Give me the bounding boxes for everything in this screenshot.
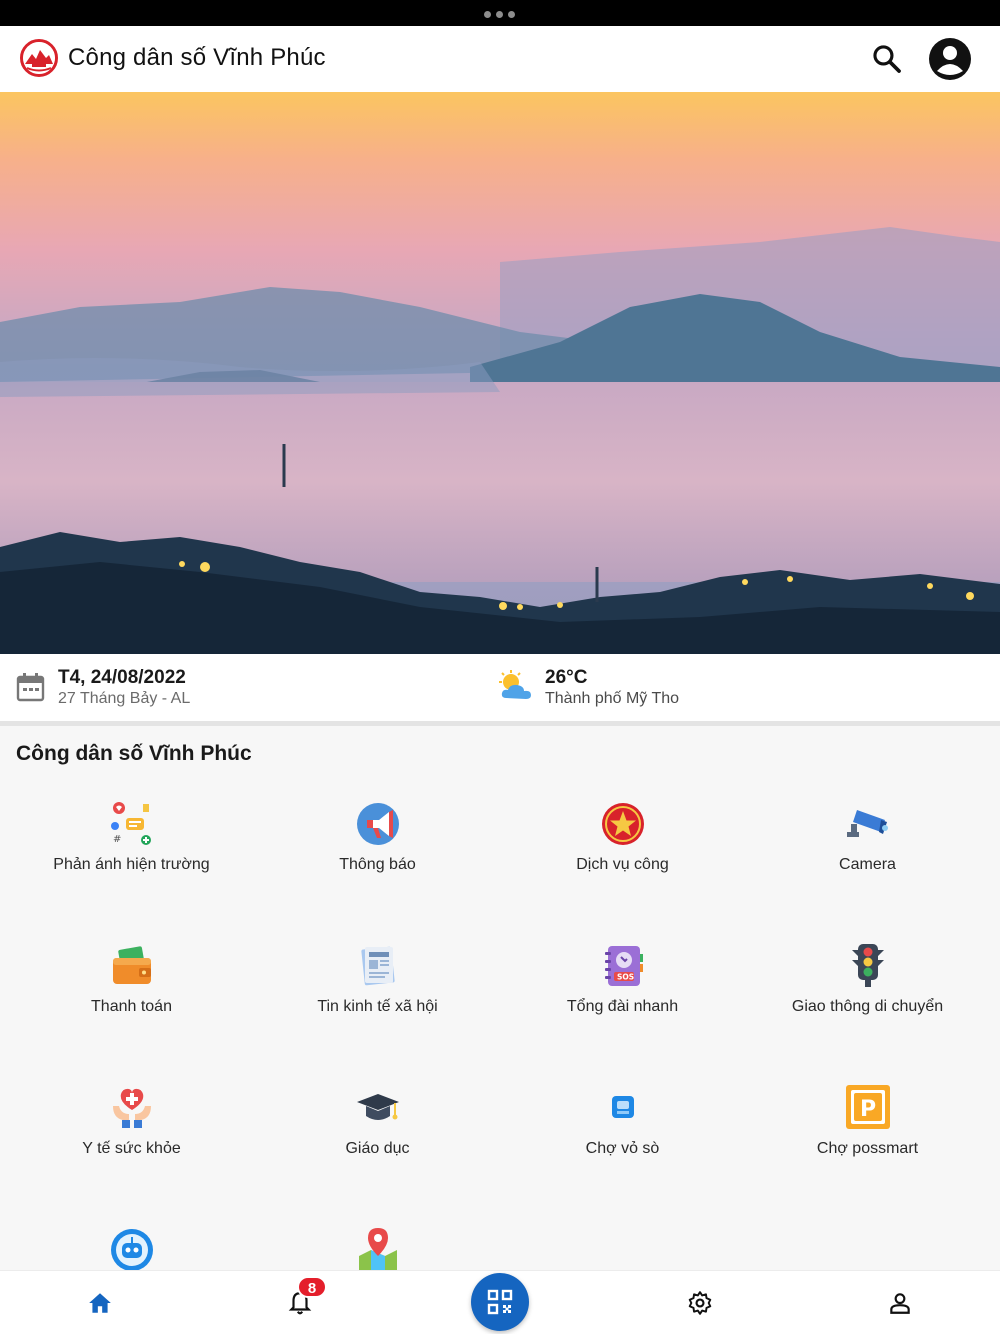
service-label: Thanh toán [91,998,172,1015]
notification-badge: 8 [297,1276,327,1298]
service-thanh-toan[interactable]: Thanh toán [9,932,254,1072]
service-label: Phản ánh hiện trường [53,856,210,873]
divider [0,721,1000,726]
wallet-icon [109,942,155,988]
emblem-icon [600,800,646,846]
service-thong-bao[interactable]: Thông báo [255,790,500,930]
service-label: Y tế sức khỏe [82,1140,181,1157]
qr-code-icon[interactable] [471,1273,529,1331]
svg-text:P: P [860,1097,876,1122]
service-giao-duc[interactable]: Giáo dục [255,1074,500,1214]
lunar-date-label: 27 Tháng Bảy - AL [58,690,191,707]
traffic-light-icon [845,942,891,988]
service-chatbot[interactable] [9,1216,254,1270]
service-camera[interactable]: Camera [745,790,990,930]
landscape-banner[interactable] [0,92,1000,654]
multitask-dots[interactable] [484,11,515,18]
service-possmart[interactable]: P Chợ possmart [745,1074,990,1214]
service-cho-vo-so[interactable]: Chợ vỏ sò [500,1074,745,1214]
date-weather-row: T4, 24/08/2022 27 Tháng Bảy - AL 26°C Th… [0,654,1000,721]
health-icon [109,1084,155,1130]
map-pin-icon [355,1226,401,1270]
logo [20,39,58,77]
market-app-icon [600,1084,646,1130]
service-label: Giao thông di chuyển [791,998,944,1015]
service-tin-kinh-te[interactable]: Tin kinh tế xã hội [255,932,500,1072]
sos-phonebook-icon: SOS [600,942,646,988]
service-phan-anh[interactable]: # Phản ánh hiện trường [9,790,254,930]
possmart-icon: P [845,1084,891,1130]
app-title: Công dân số Vĩnh Phúc [68,44,326,71]
temperature-label: 26°C [545,667,588,688]
service-label: Chợ possmart [816,1140,919,1157]
section-title: Công dân số Vĩnh Phúc [16,742,252,765]
service-label: Dịch vụ công [576,856,669,873]
service-map[interactable] [255,1216,500,1270]
app-bar: Công dân số Vĩnh Phúc [0,26,1000,92]
service-dich-vu-cong[interactable]: Dịch vụ công [500,790,745,930]
city-label: Thành phố Mỹ Tho [545,690,680,707]
feedback-icon: # [109,800,155,846]
partly-cloudy-icon [498,670,534,702]
chatbot-icon [109,1226,155,1270]
service-label: Giáo dục [345,1140,410,1157]
profile-icon[interactable] [870,1271,930,1334]
search-icon[interactable] [870,42,904,76]
service-label: Thông báo [339,856,416,873]
home-icon[interactable] [70,1271,130,1334]
account-circle-icon[interactable] [928,37,972,81]
service-y-te[interactable]: Y tế sức khỏe [9,1074,254,1214]
service-label: Tổng đài nhanh [566,998,679,1015]
service-tong-dai[interactable]: SOS Tổng đài nhanh [500,932,745,1072]
megaphone-icon [355,800,401,846]
svg-text:SOS: SOS [617,973,634,982]
service-label: Tin kinh tế xã hội [317,998,438,1015]
camera-icon [845,800,891,846]
newspaper-icon [355,942,401,988]
services-grid: # Phản ánh hiện trường Thông báo Dịch vụ… [0,790,1000,1270]
service-label: Chợ vỏ sò [585,1140,660,1157]
date-label: T4, 24/08/2022 [58,667,186,688]
calendar-icon [16,672,45,702]
service-label: Camera [839,856,896,873]
graduation-cap-icon [355,1084,401,1130]
service-giao-thong[interactable]: Giao thông di chuyển [745,932,990,1072]
svg-text:#: # [113,834,121,845]
settings-icon[interactable] [670,1271,730,1334]
status-bar [0,0,1000,26]
